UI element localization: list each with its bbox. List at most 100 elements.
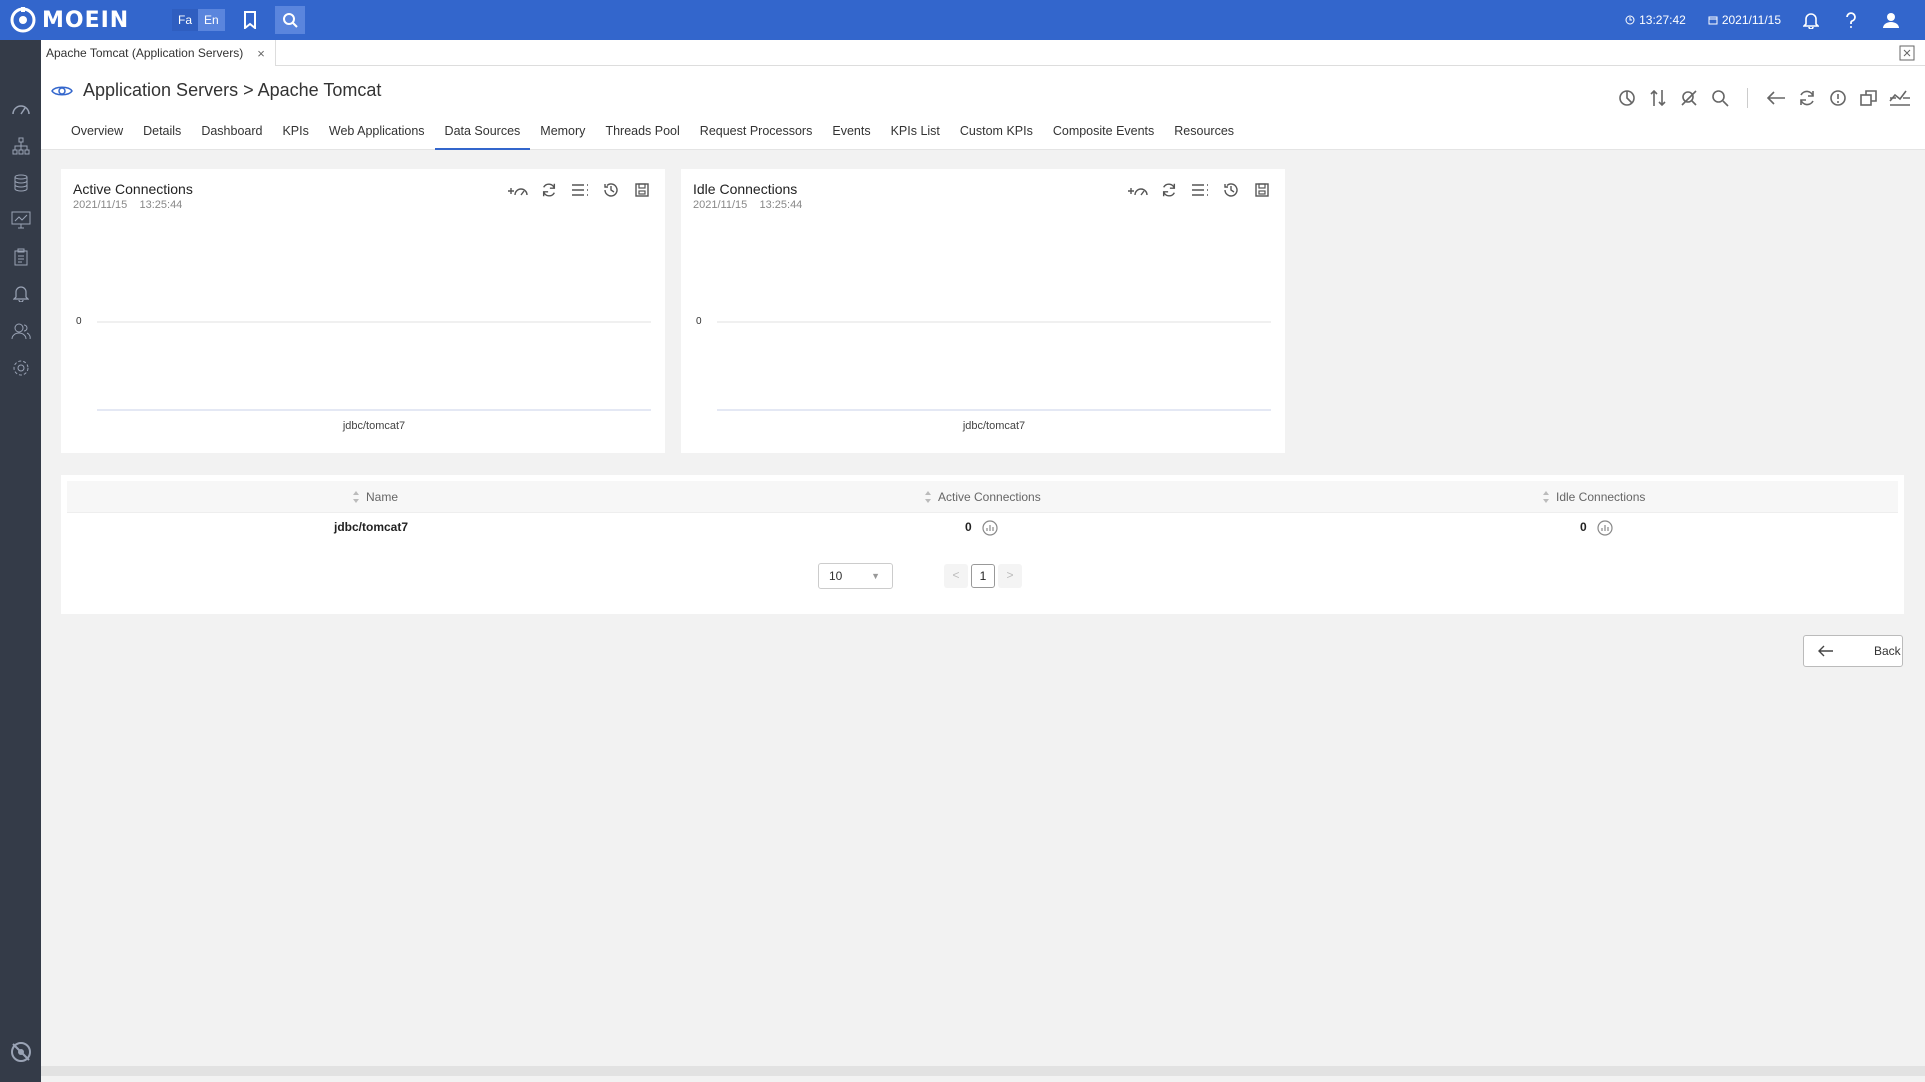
sort-button[interactable] [1642, 86, 1673, 110]
table-header: Name Active Connections Idle Connections [67, 481, 1898, 513]
bookmark-icon [243, 11, 256, 29]
idle-connections-chart: Idle Connections 2021/11/15 13:25:44 0 j… [681, 169, 1285, 453]
sort-icon[interactable] [1542, 489, 1550, 505]
sidebar-item-database[interactable] [0, 164, 41, 201]
logo-icon [10, 1041, 31, 1062]
copy-button[interactable] [1853, 86, 1884, 110]
eye-icon [51, 86, 73, 95]
pie-chart-button[interactable] [1611, 86, 1642, 110]
search-off-icon [1680, 90, 1697, 106]
tab-composite-events[interactable]: Composite Events [1043, 118, 1164, 150]
page-title: Application Servers > Apache Tomcat [83, 80, 382, 100]
tab-custom-kpis[interactable]: Custom KPIs [950, 118, 1043, 150]
page-header: Application Servers > Apache Tomcat Over… [41, 66, 1925, 150]
idle-connections-value: 0 [1580, 520, 1587, 534]
arrow-left-icon [1818, 645, 1833, 657]
document-tab-label: Apache Tomcat (Application Servers) [46, 46, 244, 60]
chevron-down-icon: ▼ [871, 571, 880, 581]
sidebar [0, 40, 41, 1082]
user-button[interactable] [1883, 12, 1903, 28]
search-icon [1711, 90, 1729, 107]
data-sources-table: Name Active Connections Idle Connections… [61, 475, 1904, 614]
table-row: jdbc/tomcat7 0 0 [67, 513, 1898, 543]
current-date: 2021/11/15 [1721, 13, 1781, 27]
info-button[interactable] [1822, 86, 1853, 110]
next-page-button[interactable]: > [998, 564, 1022, 588]
lang-fa-button[interactable]: Fa [172, 9, 199, 31]
bell-icon [1803, 12, 1819, 29]
logo-icon [10, 7, 36, 33]
clock: 13:27:42 [1625, 13, 1686, 27]
page-size-select[interactable]: 10 ▼ [818, 563, 893, 589]
gauge-icon [11, 104, 30, 114]
tab-resources[interactable]: Resources [1164, 118, 1244, 150]
hierarchy-icon [12, 137, 29, 154]
history-chart-icon[interactable] [981, 519, 999, 537]
close-all-tabs-button[interactable] [1899, 45, 1915, 64]
sidebar-logo-button[interactable] [0, 1033, 41, 1070]
sidebar-item-reports[interactable] [0, 238, 41, 275]
clock-icon [1625, 15, 1635, 25]
lang-en-button[interactable]: En [198, 9, 225, 31]
top-right-area: 13:27:42 2021/11/15 [1625, 0, 1925, 40]
tab-details[interactable]: Details [133, 118, 191, 150]
prev-page-button[interactable]: < [944, 564, 968, 588]
tab-data-sources[interactable]: Data Sources [434, 118, 531, 150]
tab-kpis-list[interactable]: KPIs List [881, 118, 950, 150]
sidebar-item-dashboard[interactable] [0, 90, 41, 127]
top-bar: MOEIN Fa En 13:27:42 2021/11/15 [0, 0, 1925, 40]
tab-events[interactable]: Events [822, 118, 880, 150]
history-chart-icon[interactable] [1596, 519, 1614, 537]
back-arrow-button[interactable] [1760, 86, 1791, 110]
sidebar-item-alerts[interactable] [0, 275, 41, 312]
back-button[interactable]: Back [1803, 635, 1903, 667]
refresh-button[interactable] [1791, 86, 1822, 110]
disable-search-button[interactable] [1673, 86, 1704, 110]
tab-request-processors[interactable]: Request Processors [690, 118, 823, 150]
tab-threads-pool[interactable]: Threads Pool [595, 118, 689, 150]
sidebar-item-monitor[interactable] [0, 201, 41, 238]
close-icon[interactable]: × [257, 46, 265, 61]
search-button[interactable] [274, 6, 305, 34]
page-size-value: 10 [829, 569, 843, 583]
tab-overview[interactable]: Overview [61, 118, 133, 150]
cell-name: jdbc/tomcat7 [334, 520, 409, 534]
sort-icon[interactable] [352, 489, 360, 505]
arrow-left-icon [1766, 91, 1785, 105]
search-button[interactable] [1704, 86, 1735, 110]
horizontal-scrollbar[interactable] [41, 1066, 1925, 1076]
sort-icon[interactable] [924, 489, 932, 505]
language-switch: Fa En [172, 9, 225, 31]
sidebar-item-topology[interactable] [0, 127, 41, 164]
toolbar-divider [1747, 88, 1748, 108]
document-tab[interactable]: Apache Tomcat (Application Servers) × [41, 40, 276, 66]
column-header-name[interactable]: Name [366, 481, 398, 513]
bookmark-button[interactable] [235, 6, 265, 34]
tab-web-applications[interactable]: Web Applications [319, 118, 435, 150]
app-logo[interactable]: MOEIN [10, 7, 160, 33]
bell-icon [12, 286, 29, 302]
column-header-idle-connections[interactable]: Idle Connections [1556, 481, 1645, 513]
column-header-active-connections[interactable]: Active Connections [938, 481, 1041, 513]
chart-plot: 0 jdbc/tomcat7 [76, 316, 651, 432]
search-icon [282, 13, 298, 28]
refresh-icon [1799, 90, 1814, 106]
trend-icon [1888, 90, 1910, 106]
user-icon [1883, 13, 1899, 28]
tab-kpis[interactable]: KPIs [272, 118, 318, 150]
page-number-button[interactable]: 1 [971, 564, 995, 588]
gear-icon [13, 360, 28, 375]
trend-button[interactable] [1884, 86, 1915, 110]
window-close-icon [1899, 45, 1915, 61]
notifications-button[interactable] [1803, 12, 1823, 29]
clipboard-icon [14, 248, 27, 265]
chart-plot: 0 jdbc/tomcat7 [696, 316, 1271, 432]
copy-icon [1859, 90, 1877, 106]
help-button[interactable] [1845, 12, 1861, 28]
sidebar-item-settings[interactable] [0, 349, 41, 386]
back-button-label: Back [1874, 644, 1901, 658]
tab-dashboard[interactable]: Dashboard [191, 118, 272, 150]
tab-memory[interactable]: Memory [530, 118, 595, 150]
x-tick-label: jdbc/tomcat7 [962, 420, 1025, 432]
sidebar-item-users[interactable] [0, 312, 41, 349]
